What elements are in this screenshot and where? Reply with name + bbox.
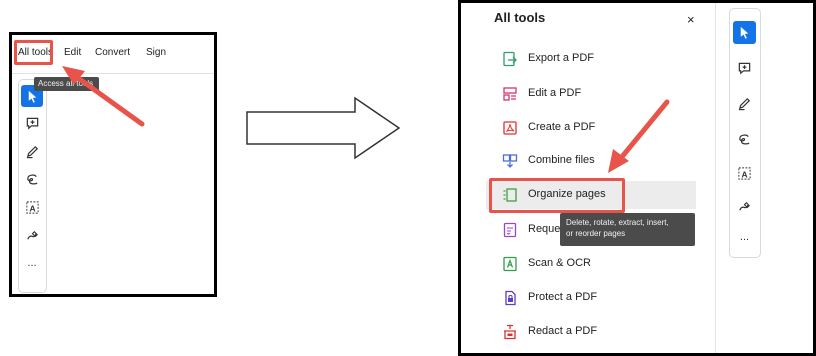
tool-label: Export a PDF bbox=[528, 52, 595, 64]
quick-tools-toolbar: A ... bbox=[18, 79, 47, 293]
tool-redact-pdf[interactable]: Redact a PDF bbox=[486, 318, 696, 346]
tooltip-line: or reorder pages bbox=[566, 229, 626, 238]
menu-convert[interactable]: Convert bbox=[95, 47, 130, 58]
menu-sign[interactable]: Sign bbox=[146, 47, 166, 58]
pen-icon bbox=[26, 145, 38, 158]
create-pdf-icon bbox=[503, 121, 517, 135]
freehand-icon bbox=[26, 173, 37, 184]
add-comment-tool-button[interactable] bbox=[21, 112, 43, 134]
highlight-tool-button[interactable] bbox=[733, 92, 756, 115]
panel-title: All tools bbox=[494, 10, 546, 25]
tool-combine-files[interactable]: Combine files bbox=[486, 147, 696, 175]
tool-protect-pdf[interactable]: Protect a PDF bbox=[486, 284, 696, 312]
more-tools-button[interactable]: ... bbox=[21, 252, 43, 274]
add-comment-tool-button[interactable] bbox=[733, 57, 756, 80]
redact-pdf-icon bbox=[504, 324, 516, 340]
pen-icon bbox=[738, 97, 751, 111]
tool-export-pdf[interactable]: Export a PDF bbox=[486, 45, 696, 73]
close-icon[interactable]: × bbox=[687, 12, 695, 27]
cursor-icon bbox=[740, 26, 749, 39]
signature-pen-icon bbox=[26, 230, 38, 239]
more-tools-button[interactable]: ... bbox=[733, 225, 756, 248]
tooltip: Delete, rotate, extract, insert, or reor… bbox=[560, 213, 695, 246]
select-tool-button[interactable] bbox=[733, 21, 756, 44]
organize-pages-highlight-box bbox=[489, 178, 625, 213]
freehand-icon bbox=[739, 134, 750, 145]
protect-pdf-icon bbox=[505, 290, 516, 306]
right-screenshot-frame: All tools × Export a PDF Edit a PDF Crea… bbox=[458, 0, 816, 356]
tool-label: Reque bbox=[528, 223, 561, 235]
tool-scan-ocr[interactable]: Scan & OCR bbox=[486, 250, 696, 278]
tool-label: Combine files bbox=[528, 154, 595, 166]
menu-edit[interactable]: Edit bbox=[64, 47, 81, 58]
quick-tools-toolbar: A ... bbox=[729, 8, 761, 258]
text-tool-button[interactable]: A bbox=[733, 162, 756, 185]
tool-create-pdf[interactable]: Create a PDF bbox=[486, 114, 696, 142]
tool-label: Edit a PDF bbox=[528, 87, 582, 99]
text-box-icon: A bbox=[25, 200, 39, 214]
sign-tool-button[interactable] bbox=[733, 195, 756, 218]
svg-text:A: A bbox=[741, 169, 747, 179]
comment-add-icon bbox=[26, 117, 38, 129]
tool-label: Protect a PDF bbox=[528, 291, 598, 303]
tool-label: Redact a PDF bbox=[528, 325, 598, 337]
tooltip: Access all tools bbox=[34, 77, 99, 91]
text-box-icon: A bbox=[738, 167, 751, 180]
draw-tool-button[interactable] bbox=[21, 168, 43, 190]
sign-tool-button[interactable] bbox=[21, 224, 43, 246]
highlight-tool-button[interactable] bbox=[21, 140, 43, 162]
scan-ocr-icon bbox=[503, 256, 517, 272]
request-esign-icon bbox=[503, 222, 517, 238]
left-screenshot-frame: All tools Edit Convert Sign A ... Access… bbox=[9, 32, 217, 297]
svg-text:A: A bbox=[29, 203, 35, 213]
all-tools-highlight-box bbox=[14, 40, 53, 65]
combine-files-icon bbox=[502, 154, 518, 168]
tool-label: Create a PDF bbox=[528, 121, 596, 133]
tool-edit-pdf[interactable]: Edit a PDF bbox=[486, 80, 696, 108]
edit-pdf-icon bbox=[503, 87, 517, 101]
signature-pen-icon bbox=[739, 201, 750, 211]
divider bbox=[715, 3, 716, 353]
text-tool-button[interactable]: A bbox=[21, 196, 43, 218]
tooltip-line: Delete, rotate, extract, insert, bbox=[566, 218, 669, 227]
draw-tool-button[interactable] bbox=[733, 128, 756, 151]
comment-add-icon bbox=[738, 62, 751, 75]
transition-arrow bbox=[246, 96, 401, 160]
export-pdf-icon bbox=[503, 51, 517, 67]
tool-label: Scan & OCR bbox=[528, 257, 591, 269]
